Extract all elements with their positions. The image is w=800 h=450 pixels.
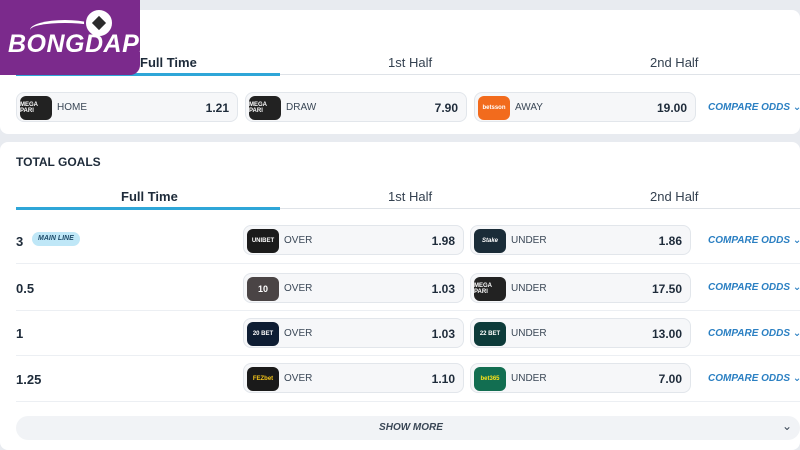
chevron-down-icon: ⌄: [793, 328, 800, 339]
logo-text: BONGDAPI: [8, 30, 147, 58]
chevron-down-icon: ⌄: [793, 102, 800, 113]
goal-line: 1: [16, 326, 24, 341]
compare-odds-link[interactable]: COMPARE ODDS ⌄: [708, 373, 800, 384]
period-tabs: Full Time 1st Half 2nd Half: [16, 189, 800, 210]
22bet-logo: 22 BET: [474, 322, 506, 346]
bet365-logo: bet365: [474, 367, 506, 391]
home-odds-button[interactable]: MEGA PARI HOME 1.21: [16, 92, 238, 122]
over-odds: 1.10: [431, 372, 455, 386]
20bet-logo: 20 BET: [247, 322, 279, 346]
away-odds: 19.00: [656, 101, 687, 115]
megapari-logo: MEGA PARI: [249, 96, 281, 120]
chevron-down-icon: ⌄: [781, 419, 792, 433]
compare-odds-link[interactable]: COMPARE ODDS ⌄: [708, 328, 800, 339]
under-odds: 13.00: [651, 327, 682, 341]
chevron-down-icon: ⌄: [793, 282, 800, 293]
site-logo[interactable]: BONGDAPI: [0, 0, 146, 75]
tab-2nd-half[interactable]: 2nd Half: [650, 55, 698, 70]
goal-line: 0.5: [16, 281, 35, 296]
goal-line: 3: [16, 234, 24, 249]
under-odds: 17.50: [651, 282, 682, 296]
total-goals-card: TOTAL GOALS Full Time 1st Half 2nd Half …: [0, 142, 800, 450]
tab-2nd-half[interactable]: 2nd Half: [650, 189, 698, 204]
under-label: UNDER: [511, 373, 547, 384]
under-label: UNDER: [511, 283, 547, 294]
chevron-down-icon: ⌄: [793, 235, 800, 246]
compare-odds-link[interactable]: COMPARE ODDS ⌄: [708, 102, 800, 113]
over-label: OVER: [284, 283, 313, 294]
compare-odds-link[interactable]: COMPARE ODDS ⌄: [708, 235, 800, 246]
betsson-logo: betsson: [478, 96, 510, 120]
under-odds-button[interactable]: MEGA PARI UNDER 17.50: [470, 273, 691, 303]
row-divider: [16, 310, 800, 311]
active-tab-indicator: [16, 207, 280, 210]
under-odds: 7.00: [658, 372, 682, 386]
home-label: HOME: [57, 102, 87, 113]
home-odds: 1.21: [205, 101, 229, 115]
goal-line: 1.25: [16, 372, 42, 387]
stake-logo: Stake: [474, 229, 506, 253]
over-odds-button[interactable]: 10 OVER 1.03: [243, 273, 464, 303]
under-label: UNDER: [511, 235, 547, 246]
over-odds-button[interactable]: 20 BET OVER 1.03: [243, 318, 464, 348]
tab-1st-half[interactable]: 1st Half: [388, 55, 432, 70]
over-label: OVER: [284, 328, 313, 339]
fezbet-logo: FEZbet: [247, 367, 279, 391]
over-odds: 1.98: [431, 234, 455, 248]
row-divider: [16, 401, 800, 402]
tab-1st-half[interactable]: 1st Half: [388, 189, 432, 204]
10bet-logo: 10: [247, 277, 279, 301]
main-line-badge: MAIN LINE: [32, 232, 80, 246]
under-odds-button[interactable]: 22 BET UNDER 13.00: [470, 318, 691, 348]
draw-label: DRAW: [286, 102, 317, 113]
chevron-down-icon: ⌄: [793, 373, 800, 384]
under-label: UNDER: [511, 328, 547, 339]
draw-odds-button[interactable]: MEGA PARI DRAW 7.90: [245, 92, 467, 122]
section-title: TOTAL GOALS: [16, 155, 101, 169]
under-odds-button[interactable]: bet365 UNDER 7.00: [470, 363, 691, 393]
tab-full-time[interactable]: Full Time: [121, 189, 178, 204]
over-label: OVER: [284, 235, 313, 246]
away-label: AWAY: [515, 102, 543, 113]
row-divider: [16, 355, 800, 356]
under-odds: 1.86: [658, 234, 682, 248]
row-divider: [16, 263, 800, 264]
megapari-logo: MEGA PARI: [20, 96, 52, 120]
megapari-logo: MEGA PARI: [474, 277, 506, 301]
compare-odds-link[interactable]: COMPARE ODDS ⌄: [708, 282, 800, 293]
under-odds-button[interactable]: Stake UNDER 1.86: [470, 225, 691, 255]
unibet-logo: UNIBET: [247, 229, 279, 253]
tab-full-time[interactable]: Full Time: [140, 55, 197, 70]
over-label: OVER: [284, 373, 313, 384]
draw-odds: 7.90: [434, 101, 458, 115]
over-odds: 1.03: [431, 282, 455, 296]
show-more-button[interactable]: SHOW MORE ⌄: [16, 416, 800, 440]
over-odds-button[interactable]: UNIBET OVER 1.98: [243, 225, 464, 255]
show-more-label: SHOW MORE: [379, 422, 443, 433]
over-odds: 1.03: [431, 327, 455, 341]
over-odds-button[interactable]: FEZbet OVER 1.10: [243, 363, 464, 393]
away-odds-button[interactable]: betsson AWAY 19.00: [474, 92, 696, 122]
